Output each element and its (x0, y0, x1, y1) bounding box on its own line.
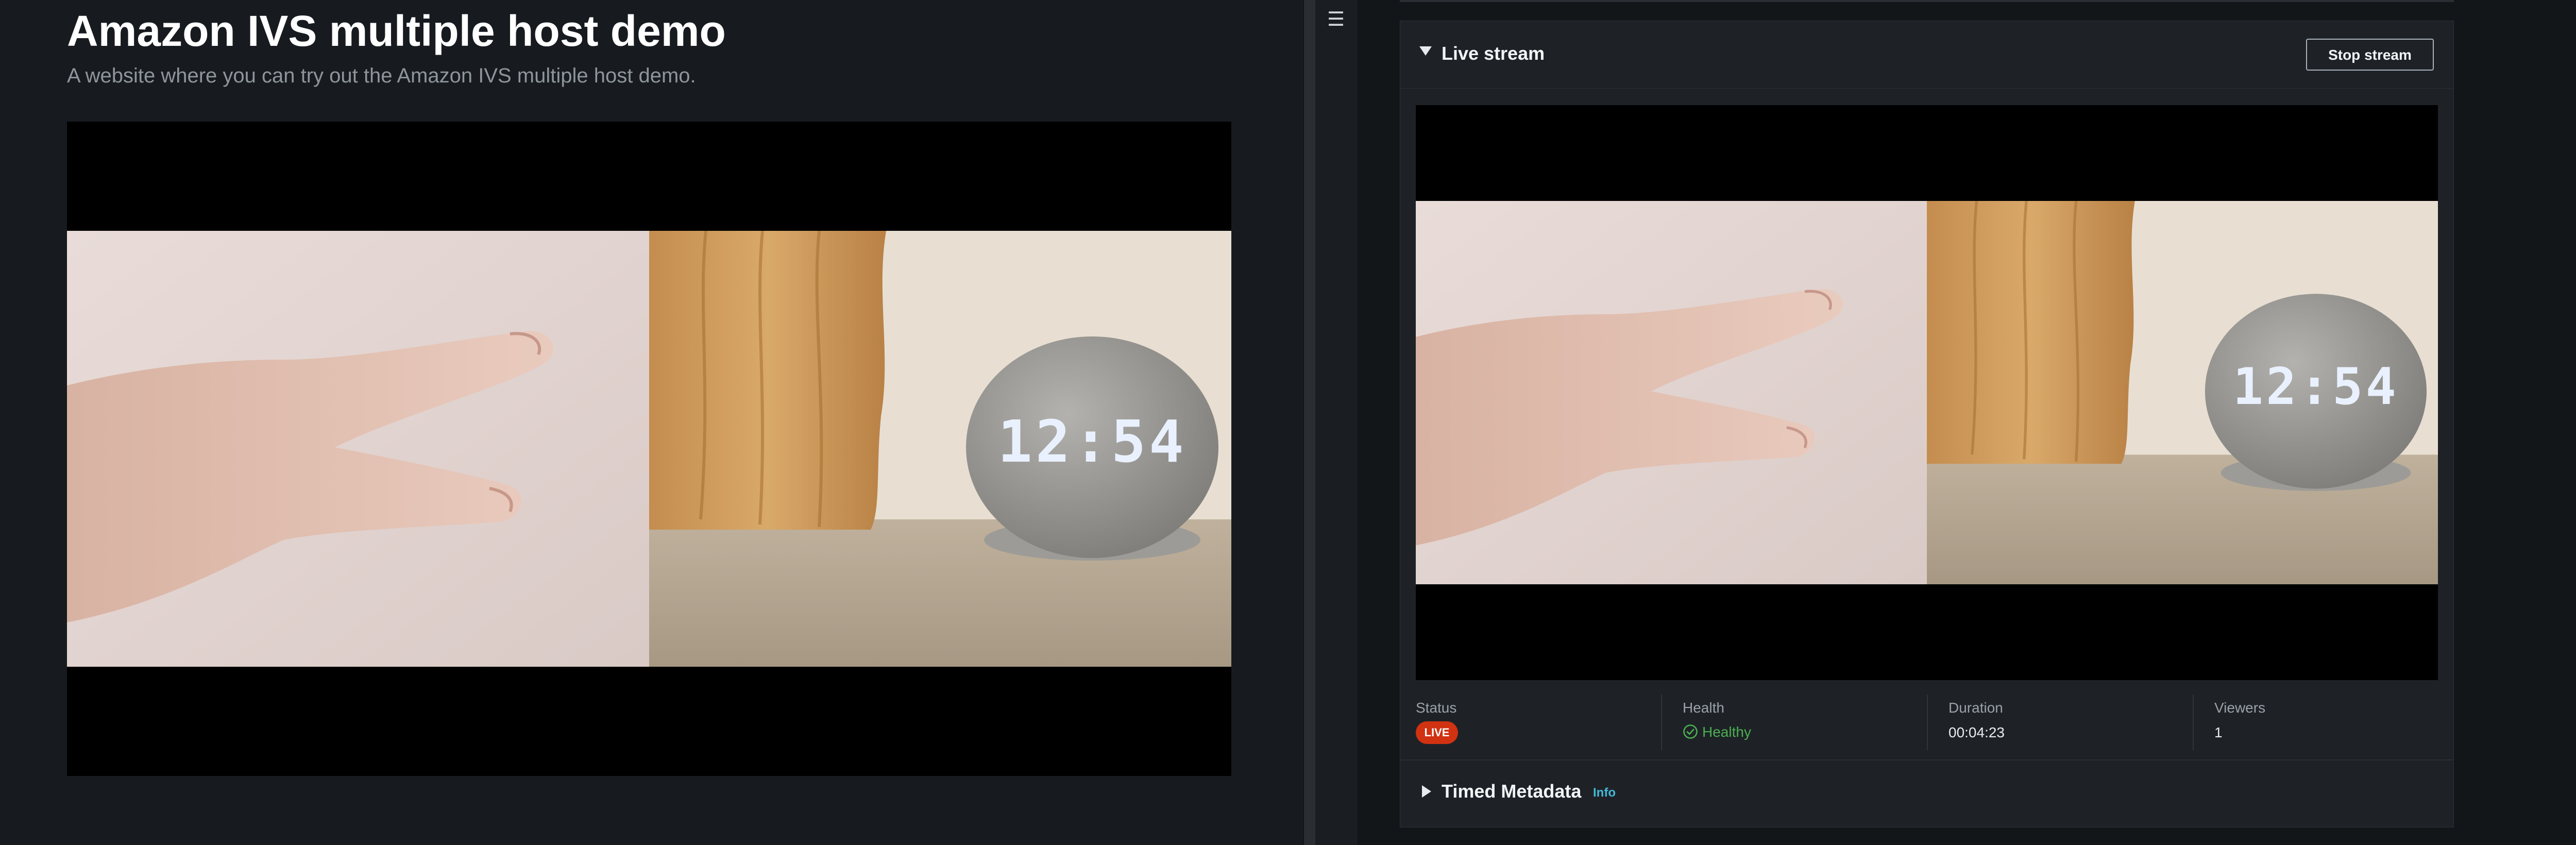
status-badge: LIVE (1416, 721, 1458, 744)
page-subtitle: A website where you can try out the Amaz… (67, 64, 696, 87)
divider (1661, 695, 1662, 750)
console-nav-rail: ☰ (1315, 0, 1358, 845)
check-circle-icon (1683, 724, 1698, 739)
caret-down-icon[interactable] (1419, 46, 1432, 56)
health-value: Healthy (1702, 724, 1751, 740)
live-stream-header (1400, 21, 2454, 89)
viewers-label: Viewers (2214, 700, 2266, 716)
duration-value: 00:04:23 (1948, 724, 2005, 740)
caret-right-icon[interactable] (1422, 785, 1431, 798)
video-frame (67, 231, 1231, 667)
divider (2193, 695, 2194, 750)
stage-video-player[interactable] (67, 122, 1231, 776)
stop-stream-button[interactable]: Stop stream (2306, 39, 2434, 71)
status-label: Status (1416, 700, 1457, 716)
timed-metadata-toggle[interactable]: Timed Metadata (1442, 778, 1581, 805)
divider (1400, 759, 2454, 760)
divider (1927, 695, 1928, 750)
live-stream-player[interactable] (1416, 105, 2438, 680)
info-link[interactable]: Info (1593, 784, 1616, 802)
hamburger-icon[interactable]: ☰ (1326, 9, 1346, 30)
live-stream-title[interactable]: Live stream (1442, 40, 1545, 67)
health-label: Health (1683, 700, 1724, 716)
video-frame (1416, 201, 2438, 584)
pane-splitter[interactable] (1303, 0, 1316, 845)
participant-video-hand (67, 231, 649, 667)
participant-video-speaker (1927, 201, 2438, 584)
duration-label: Duration (1948, 700, 2003, 716)
participant-video-hand (1416, 201, 1927, 584)
viewers-value: 1 (2214, 724, 2223, 740)
divider (1400, 0, 2454, 2)
participant-video-speaker (649, 231, 1231, 667)
page-title: Amazon IVS multiple host demo (67, 7, 726, 55)
